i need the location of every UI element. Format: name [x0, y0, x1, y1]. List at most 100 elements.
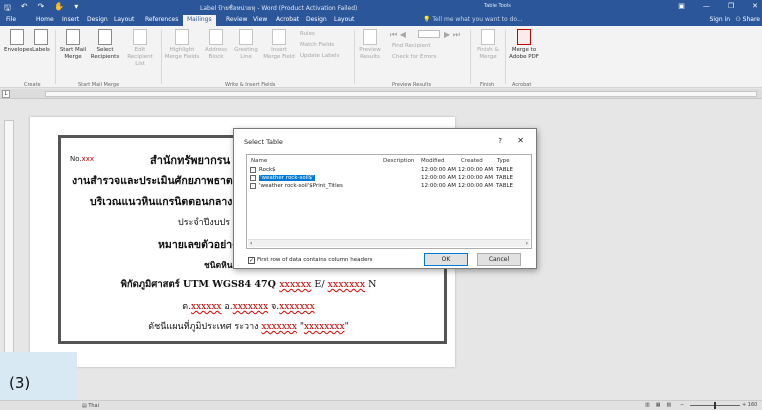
close-icon[interactable]: ✕	[752, 2, 758, 10]
merge-to-pdf-button[interactable]: Merge to Adobe PDF	[508, 29, 540, 61]
vertical-ruler[interactable]	[4, 120, 14, 355]
col-description[interactable]: Description	[383, 158, 414, 164]
tab-view[interactable]: View	[253, 16, 267, 23]
preview-results-button[interactable]: Preview Results	[356, 29, 384, 61]
language-indicator[interactable]: ▤ Thai	[82, 403, 99, 409]
row-created: 12:00:00 AM	[458, 167, 493, 173]
table-listbox[interactable]: Name Description Modified Created Type R…	[246, 154, 532, 249]
tab-design[interactable]: Design	[87, 16, 108, 23]
insert-merge-field-label: Insert Merge Field	[263, 47, 295, 60]
tab-layout[interactable]: Layout	[114, 16, 134, 23]
find-recipient-button[interactable]: Find Recipient	[392, 43, 431, 49]
group-acrobat-label: Acrobat	[512, 82, 532, 88]
cancel-button[interactable]: Cancel	[477, 253, 521, 266]
row-name: Rock$	[259, 167, 276, 173]
share-button[interactable]: ⚇ Share	[735, 16, 760, 23]
select-recipients-button[interactable]: Select Recipients	[90, 29, 120, 61]
row-name: 'weather rock-soil$'	[259, 175, 315, 181]
tab-selector[interactable]: L	[2, 90, 10, 98]
row-type: TABLE	[496, 183, 514, 189]
row-name: 'weather rock-soil'$Print_Titles	[259, 183, 343, 189]
window-controls: ▣ — ❐ ✕	[678, 2, 758, 10]
col-created[interactable]: Created	[461, 158, 483, 164]
record-number-input[interactable]	[418, 30, 440, 38]
highlight-merge-fields-button[interactable]: Highlight Merge Fields	[164, 29, 200, 61]
tell-me-box[interactable]: 💡 Tell me what you want to do...	[423, 16, 523, 23]
col-name[interactable]: Name	[251, 158, 267, 164]
zoom-out-icon[interactable]: −	[680, 402, 684, 408]
horizontal-scrollbar[interactable]: ‹ ›	[248, 239, 530, 247]
dialog-close-button[interactable]: ✕	[517, 136, 524, 145]
mailings-ribbon: Envelopes Labels Start Mail Merge Select…	[0, 26, 762, 88]
group-create-label: Create	[24, 82, 41, 88]
address-block-button[interactable]: Address Block	[202, 29, 230, 61]
tab-file[interactable]: File	[6, 16, 16, 23]
rules-button[interactable]: Rules	[300, 31, 315, 37]
nav-first-icon[interactable]: ⏮ ◀	[390, 30, 406, 40]
zoom-in-area[interactable]: + 160	[742, 402, 757, 408]
doc-line-4: ประจำปีงบปร	[178, 218, 231, 228]
sign-in-link[interactable]: Sign in	[710, 16, 730, 23]
labels-button[interactable]: Labels	[30, 29, 52, 54]
address-block-icon	[209, 29, 223, 45]
zoom-slider-thumb[interactable]	[714, 402, 716, 409]
tab-home[interactable]: Home	[36, 16, 54, 23]
first-row-headers-checkbox[interactable]: ✓ First row of data contains column heade…	[248, 257, 373, 264]
doc-line-1: สำนักทรัพยากรน	[150, 154, 231, 167]
merge-to-pdf-label: Merge to Adobe PDF	[509, 47, 539, 60]
table-row[interactable]: Rock$ 12:00:00 AM 12:00:00 AM TABLE	[250, 167, 525, 174]
match-fields-button[interactable]: Match Fields	[300, 42, 334, 48]
coordinate-x: xxxxxx	[279, 279, 312, 290]
coordinate-label: พิกัดภูมิศาสตร์ UTM WGS84 47Q	[120, 279, 280, 290]
start-mail-merge-button[interactable]: Start Mail Merge	[58, 29, 88, 61]
tab-insert[interactable]: Insert	[62, 16, 79, 23]
read-mode-icon[interactable]: ▥	[645, 402, 650, 408]
start-mail-merge-label: Start Mail Merge	[59, 47, 87, 60]
location-line: ต.xxxxxx อ.xxxxxxx จ.xxxxxxx	[30, 299, 455, 313]
edit-list-icon	[133, 29, 147, 45]
envelopes-button[interactable]: Envelopes	[4, 29, 32, 54]
greeting-line-button[interactable]: Greeting Line	[232, 29, 260, 61]
share-label: Share	[742, 16, 760, 23]
finish-merge-button[interactable]: Finish & Merge	[474, 29, 502, 61]
select-table-dialog: Select Table ? ✕ Name Description Modifi…	[233, 128, 537, 269]
scroll-left-icon[interactable]: ‹	[250, 240, 252, 247]
coordinate-n: N	[365, 279, 377, 290]
table-row[interactable]: 'weather rock-soil'$Print_Titles 12:00:0…	[250, 183, 525, 190]
tab-table-design[interactable]: Design	[306, 16, 327, 23]
row-modified: 12:00:00 AM	[421, 183, 456, 189]
proofing-icon: ▤	[82, 403, 87, 409]
horizontal-ruler[interactable]	[0, 89, 762, 99]
tab-review[interactable]: Review	[226, 16, 247, 23]
finish-icon	[481, 29, 495, 45]
tab-acrobat[interactable]: Acrobat	[276, 16, 299, 23]
insert-field-icon	[272, 29, 286, 45]
group-write-label: Write & Insert Fields	[225, 82, 276, 88]
row-modified: 12:00:00 AM	[421, 175, 456, 181]
col-modified[interactable]: Modified	[421, 158, 444, 164]
ok-button[interactable]: OK	[424, 253, 468, 266]
tab-table-layout[interactable]: Layout	[334, 16, 354, 23]
preview-results-label: Preview Results	[359, 47, 381, 60]
help-button[interactable]: ?	[498, 137, 502, 145]
insert-merge-field-button[interactable]: Insert Merge Field	[262, 29, 296, 61]
print-layout-icon[interactable]: ▦	[656, 402, 661, 408]
update-labels-button[interactable]: Update Labels	[300, 53, 339, 59]
check-errors-button[interactable]: Check for Errors	[392, 54, 436, 60]
first-row-label: First row of data contains column header…	[257, 257, 373, 263]
nav-last-icon[interactable]: ▶ ⏭	[444, 30, 460, 40]
ribbon-options-icon[interactable]: ▣	[678, 2, 685, 10]
minimize-icon[interactable]: —	[703, 2, 710, 10]
scroll-right-icon[interactable]: ›	[526, 240, 528, 247]
col-type[interactable]: Type	[497, 158, 510, 164]
web-layout-icon[interactable]: ▧	[666, 402, 671, 408]
table-row-selected[interactable]: 'weather rock-soil$' 12:00:00 AM 12:00:0…	[250, 175, 525, 182]
row-created: 12:00:00 AM	[458, 183, 493, 189]
edit-recipient-list-button[interactable]: Edit Recipient List	[122, 29, 158, 68]
maximize-icon[interactable]: ❐	[728, 2, 734, 10]
loc-tambon-label: ต.	[182, 302, 192, 312]
tab-mailings[interactable]: Mailings	[183, 15, 216, 26]
map-index-value: xxxxxxx	[261, 322, 297, 332]
loc-amphoe-label: อ.	[221, 302, 233, 312]
tab-references[interactable]: References	[145, 16, 178, 23]
